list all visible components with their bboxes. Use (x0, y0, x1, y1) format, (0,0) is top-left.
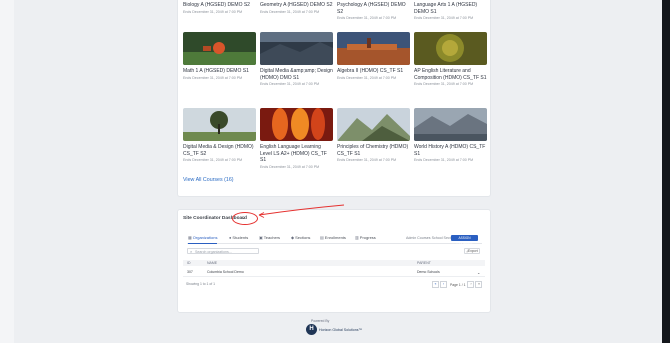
course-title[interactable]: Digital Media & Design (HDMO) CS_TF S2 (183, 144, 256, 157)
course-card[interactable]: Digital Media & Design (HDMO) CS_TF S2 E… (183, 108, 256, 163)
tab-progress[interactable]: ▥Progress (355, 235, 376, 243)
tab-label: Progress (359, 235, 376, 240)
last-page-icon[interactable]: » (475, 281, 483, 288)
course-title[interactable]: Geometry A (HGSED) DEMO S2 (260, 2, 333, 9)
course-thumbnail[interactable] (260, 32, 333, 65)
course-title[interactable]: World History A (HDMO) CS_TF S1 (414, 144, 487, 157)
cell-name: Columbia School Demo (207, 270, 244, 274)
tab-students[interactable]: ●Students (229, 235, 248, 243)
next-page-icon[interactable]: › (467, 281, 475, 288)
course-thumbnail[interactable] (414, 108, 487, 141)
course-card[interactable]: Digital Media &amp;amp; Design (HDMO) DM… (260, 32, 333, 87)
course-thumbnail[interactable] (337, 32, 410, 65)
view-all-courses-link[interactable]: View All Courses (16) (183, 177, 234, 183)
building-icon: ▦ (188, 235, 192, 240)
progress-icon: ▥ (355, 235, 359, 240)
left-edge (0, 0, 14, 343)
tab-label: Sections (295, 235, 311, 240)
column-header-name[interactable]: NAME (207, 260, 217, 266)
chevron-down-icon[interactable]: ⌄ (241, 214, 246, 221)
course-card[interactable]: English Language Learning Level LS A2+ (… (260, 108, 333, 169)
course-title[interactable]: Math 1 A (HGSED) DEMO S1 (183, 68, 256, 75)
organizations-search-input[interactable]: ⌕ Search organizations... (187, 248, 259, 254)
course-title[interactable]: Biology A (HGSED) DEMO S2 (183, 2, 256, 9)
column-header-parent[interactable]: PARENT (417, 260, 431, 266)
course-thumbnail[interactable] (414, 32, 487, 65)
assign-courses-button[interactable]: ASSIGN COURSES (451, 235, 478, 246)
powered-by-label: Powered By (311, 319, 330, 323)
course-end-date: Ends December 31, 2049 at 7:00 PM (260, 164, 320, 169)
tab-label: Teachers (263, 235, 281, 240)
course-title[interactable]: Digital Media &amp;amp; Design (HDMO) DM… (260, 68, 333, 81)
export-button[interactable]: ⤓Export (464, 248, 480, 254)
course-end-date: Ends December 31, 2049 at 7:00 PM (260, 9, 320, 14)
tab-enrollments[interactable]: ▤Enrollments (320, 235, 346, 243)
course-title[interactable]: Principles of Chemistry (HDMO) CS_TF S1 (337, 144, 410, 157)
export-label: Export (467, 249, 478, 253)
search-icon: ⌕ (190, 249, 193, 254)
brand-name: Horizon Global Solutions™ (319, 328, 363, 332)
course-card[interactable]: World History A (HDMO) CS_TF S1 Ends Dec… (414, 108, 487, 163)
tab-label: Organizations (192, 235, 218, 240)
site-coordinator-panel: Site Coordinator Dashboard ⌄ ▦Organizati… (177, 209, 491, 313)
course-card[interactable]: Math 1 A (HGSED) DEMO S1 Ends December 3… (183, 32, 256, 80)
brand-logo-icon: H (306, 324, 317, 335)
course-card[interactable]: Principles of Chemistry (HDMO) CS_TF S1 … (337, 108, 410, 163)
course-end-date: Ends December 31, 2049 at 7:00 PM (414, 158, 474, 162)
tab-sections[interactable]: ◆Sections (291, 235, 310, 243)
course-end-date: Ends December 31, 2049 at 7:00 PM (183, 158, 243, 162)
teacher-icon: ▣ (259, 235, 263, 240)
tab-label: Students (232, 235, 249, 240)
prev-page-icon[interactable]: ‹ (440, 281, 447, 288)
course-title[interactable]: English Language Learning Level LS A2+ (… (260, 144, 333, 164)
right-scrollbar-edge[interactable] (662, 0, 670, 343)
course-card[interactable]: Psychology A (HGSED) DEMO S2 Ends Decemb… (337, 2, 410, 21)
tab-organizations[interactable]: ▦Organizations (188, 235, 218, 244)
course-card[interactable]: AP English Literature and Composition (H… (414, 32, 487, 87)
table-header: ID NAME PARENT (183, 260, 485, 266)
course-card[interactable]: Language Arts 1 A (HGSED) DEMO S1 Ends D… (414, 2, 487, 21)
first-page-icon[interactable]: « (432, 281, 439, 288)
course-thumbnail[interactable] (183, 32, 256, 65)
tab-label: Enrollments (324, 235, 346, 240)
admin-courses-label: Admin Courses School Sections (406, 236, 458, 240)
sections-icon: ◆ (291, 235, 295, 240)
course-end-date: Ends December 31, 2049 at 7:00 PM (183, 75, 243, 80)
course-end-date: Ends December 31, 2049 at 7:00 PM (337, 16, 397, 20)
page-indicator: Page 1 / 1 (450, 282, 466, 287)
course-end-date: Ends December 31, 2049 at 7:00 PM (414, 16, 474, 20)
course-end-date: Ends December 31, 2049 at 7:00 PM (260, 82, 320, 86)
course-thumbnail[interactable] (260, 108, 333, 141)
course-card[interactable]: Biology A (HGSED) DEMO S2 Ends December … (183, 2, 256, 14)
course-end-date: Ends December 31, 2049 at 7:00 PM (414, 82, 474, 86)
pagination: «‹ Page 1 / 1 ›» (432, 281, 483, 288)
courses-panel: Biology A (HGSED) DEMO S2 Ends December … (177, 0, 491, 197)
course-title[interactable]: AP English Literature and Composition (H… (414, 68, 487, 81)
cell-parent: Demo Schools (417, 270, 440, 274)
course-title[interactable]: Algebra II (HDMO) CS_TF S1 (337, 68, 410, 75)
enrollments-icon: ▤ (320, 235, 324, 240)
row-expand-chevron-icon[interactable]: ⌄ (477, 269, 480, 276)
course-title[interactable]: Language Arts 1 A (HGSED) DEMO S1 (414, 2, 487, 15)
course-card[interactable]: Geometry A (HGSED) DEMO S2 Ends December… (260, 2, 333, 14)
showing-count: Showing 1 to 1 of 1 (186, 282, 216, 286)
cell-id: 307 (187, 270, 193, 274)
annotation-arrow (258, 204, 345, 218)
course-end-date: Ends December 31, 2049 at 7:00 PM (183, 9, 243, 14)
tab-teachers[interactable]: ▣Teachers (259, 235, 280, 243)
course-end-date: Ends December 31, 2049 at 7:00 PM (337, 158, 397, 162)
search-placeholder: Search organizations... (195, 250, 232, 254)
course-thumbnail[interactable] (337, 108, 410, 141)
column-header-id[interactable]: ID (187, 260, 191, 266)
course-card[interactable]: Algebra II (HDMO) CS_TF S1 Ends December… (337, 32, 410, 80)
course-end-date: Ends December 31, 2049 at 7:00 PM (337, 75, 397, 80)
course-title[interactable]: Psychology A (HGSED) DEMO S2 (337, 2, 410, 15)
table-row[interactable]: 307 Columbia School Demo Demo Schools ⌄ (183, 269, 485, 277)
course-thumbnail[interactable] (183, 108, 256, 141)
